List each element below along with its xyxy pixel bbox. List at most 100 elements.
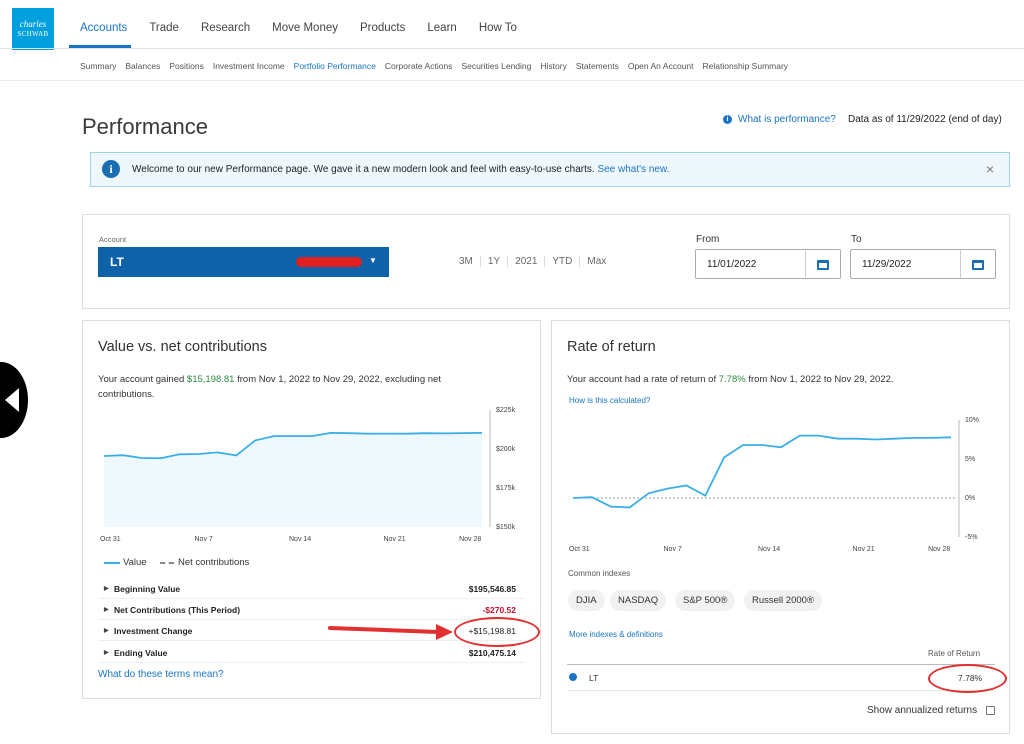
subnav-corporate-actions[interactable]: Corporate Actions bbox=[385, 61, 453, 71]
period-ytd[interactable]: YTD bbox=[544, 256, 579, 267]
row-value: -$270.52 bbox=[482, 605, 516, 615]
series-dot bbox=[569, 673, 577, 681]
chevron-down-icon: ▼ bbox=[369, 256, 377, 265]
value-chart: $225k $200k $175k $150k Oct 31 Nov 7 Nov 14 Nov… bbox=[100, 407, 516, 543]
subnav-statements[interactable]: Statements bbox=[576, 61, 619, 71]
period-3m[interactable]: 3M bbox=[452, 256, 480, 267]
row-label: Net Contributions (This Period) bbox=[114, 605, 241, 615]
subnav-securities-lending[interactable]: Securities Lending bbox=[461, 61, 531, 71]
subnav-balances[interactable]: Balances bbox=[125, 61, 160, 71]
nav-products[interactable]: Products bbox=[360, 22, 405, 34]
page-title: Performance bbox=[82, 114, 208, 139]
index-sp500[interactable]: S&P 500® bbox=[675, 590, 736, 611]
legend-net: Net contributions bbox=[178, 557, 250, 568]
x-tick-label: Nov 7 bbox=[664, 546, 682, 553]
y-tick-label: 10% bbox=[965, 417, 979, 424]
period-2021[interactable]: 2021 bbox=[507, 256, 544, 267]
nav-learn[interactable]: Learn bbox=[427, 22, 456, 34]
schwab-logo[interactable]: charles SCHWAB bbox=[12, 8, 54, 50]
subnav-open-account[interactable]: Open An Account bbox=[628, 61, 694, 71]
header-divider bbox=[0, 48, 1024, 49]
banner-message: Welcome to our new Performance page. We … bbox=[132, 164, 595, 175]
close-icon[interactable]: × bbox=[986, 161, 994, 177]
gain-amount: $15,198.81 bbox=[186, 374, 235, 385]
how-calculated-link[interactable]: How is this calculated? bbox=[569, 396, 650, 405]
top-nav: Accounts Trade Research Move Money Produ… bbox=[80, 22, 539, 34]
from-calendar-button[interactable] bbox=[805, 249, 841, 279]
more-indexes-link[interactable]: More indexes & definitions bbox=[569, 630, 663, 639]
x-tick-label: Nov 21 bbox=[384, 536, 406, 543]
subnav-summary[interactable]: Summary bbox=[80, 61, 116, 71]
x-tick-label: Oct 31 bbox=[569, 546, 590, 553]
what-is-performance-link[interactable]: What is performance? bbox=[738, 114, 836, 125]
index-djia[interactable]: DJIA bbox=[568, 590, 605, 611]
subnav-positions[interactable]: Positions bbox=[169, 61, 204, 71]
nav-trade[interactable]: Trade bbox=[149, 22, 179, 34]
legend-value: Value bbox=[123, 557, 147, 568]
y-tick-label: -5% bbox=[965, 534, 977, 541]
return-summary-post: from Nov 1, 2022 to Nov 29, 2022. bbox=[745, 374, 894, 385]
value-summary-pre: Your account gained bbox=[98, 374, 187, 385]
return-summary-pre: Your account had a rate of return of bbox=[567, 374, 719, 385]
legend-net-swatch bbox=[160, 562, 174, 564]
row-label: Investment Change bbox=[114, 626, 193, 636]
y-tick-label: 0% bbox=[965, 495, 975, 502]
caret-right-icon: ▶ bbox=[104, 586, 109, 592]
to-label: To bbox=[851, 234, 862, 245]
subnav-relationship-summary[interactable]: Relationship Summary bbox=[703, 61, 789, 71]
period-max[interactable]: Max bbox=[579, 256, 613, 267]
table-row[interactable]: ▶ Net Contributions (This Period) -$270.… bbox=[98, 599, 526, 620]
calendar-icon bbox=[817, 260, 829, 270]
legend-value-swatch bbox=[104, 562, 120, 564]
return-chart: 10% 5% 0% -5% Oct 31 Nov 7 Nov 14 Nov 21 Nov 28 bbox=[569, 417, 979, 553]
from-date-input[interactable]: 11/01/2022 bbox=[695, 249, 808, 279]
to-calendar-button[interactable] bbox=[960, 249, 996, 279]
index-nasdaq[interactable]: NASDAQ bbox=[610, 590, 667, 611]
logo-text-bottom: SCHWAB bbox=[17, 30, 49, 38]
sub-nav: Summary Balances Positions Investment In… bbox=[80, 61, 797, 71]
annualized-label: Show annualized returns bbox=[867, 705, 978, 716]
table-row[interactable]: ▶ Ending Value $210,475.14 bbox=[98, 642, 526, 663]
subnav-history[interactable]: History bbox=[540, 61, 566, 71]
row-value: $195,546.85 bbox=[468, 584, 516, 594]
calendar-icon bbox=[972, 260, 984, 270]
table-divider bbox=[567, 690, 995, 691]
subnav-investment-income[interactable]: Investment Income bbox=[213, 61, 285, 71]
value-panel-title: Value vs. net contributions bbox=[98, 339, 267, 355]
x-tick-label: Nov 7 bbox=[195, 536, 213, 543]
period-1y[interactable]: 1Y bbox=[479, 256, 507, 267]
common-indexes-label: Common indexes bbox=[568, 569, 631, 578]
x-tick-label: Nov 21 bbox=[853, 546, 875, 553]
table-row[interactable]: ▶ Beginning Value $195,546.85 bbox=[98, 578, 526, 599]
series-line bbox=[572, 434, 952, 509]
y-tick-label: $150k bbox=[496, 524, 516, 531]
nav-move-money[interactable]: Move Money bbox=[272, 22, 338, 34]
row-label: Beginning Value bbox=[114, 584, 181, 594]
info-icon: i bbox=[102, 160, 120, 178]
redaction-mark bbox=[296, 257, 362, 267]
y-tick-label: $200k bbox=[496, 446, 516, 453]
caret-right-icon: ▶ bbox=[104, 650, 109, 656]
see-whats-new-link[interactable]: See what's new. bbox=[597, 164, 669, 175]
row-label: Ending Value bbox=[114, 648, 168, 658]
nav-how-to[interactable]: How To bbox=[479, 22, 517, 34]
banner-text: Welcome to our new Performance page. We … bbox=[132, 164, 669, 175]
caret-right-icon: ▶ bbox=[104, 607, 109, 613]
annotation-ellipse bbox=[928, 664, 1007, 693]
subnav-portfolio-performance[interactable]: Portfolio Performance bbox=[294, 61, 376, 71]
rate-of-return-header: Rate of Return bbox=[928, 649, 981, 658]
account-label: Account bbox=[99, 235, 127, 244]
from-label: From bbox=[696, 234, 720, 245]
rate-value: 7.78% bbox=[718, 374, 746, 385]
annotation-ellipse bbox=[454, 617, 540, 647]
annualized-checkbox[interactable] bbox=[986, 706, 995, 715]
data-as-of: Data as of 11/29/2022 (end of day) bbox=[848, 114, 1002, 125]
y-tick-label: 5% bbox=[965, 456, 975, 463]
nav-accounts[interactable]: Accounts bbox=[80, 22, 127, 34]
terms-link[interactable]: What do these terms mean? bbox=[98, 669, 224, 680]
subnav-divider bbox=[0, 80, 1024, 81]
nav-research[interactable]: Research bbox=[201, 22, 250, 34]
x-tick-label: Nov 14 bbox=[758, 546, 780, 553]
index-russell2000[interactable]: Russell 2000® bbox=[744, 590, 822, 611]
to-date-input[interactable]: 11/29/2022 bbox=[850, 249, 963, 279]
